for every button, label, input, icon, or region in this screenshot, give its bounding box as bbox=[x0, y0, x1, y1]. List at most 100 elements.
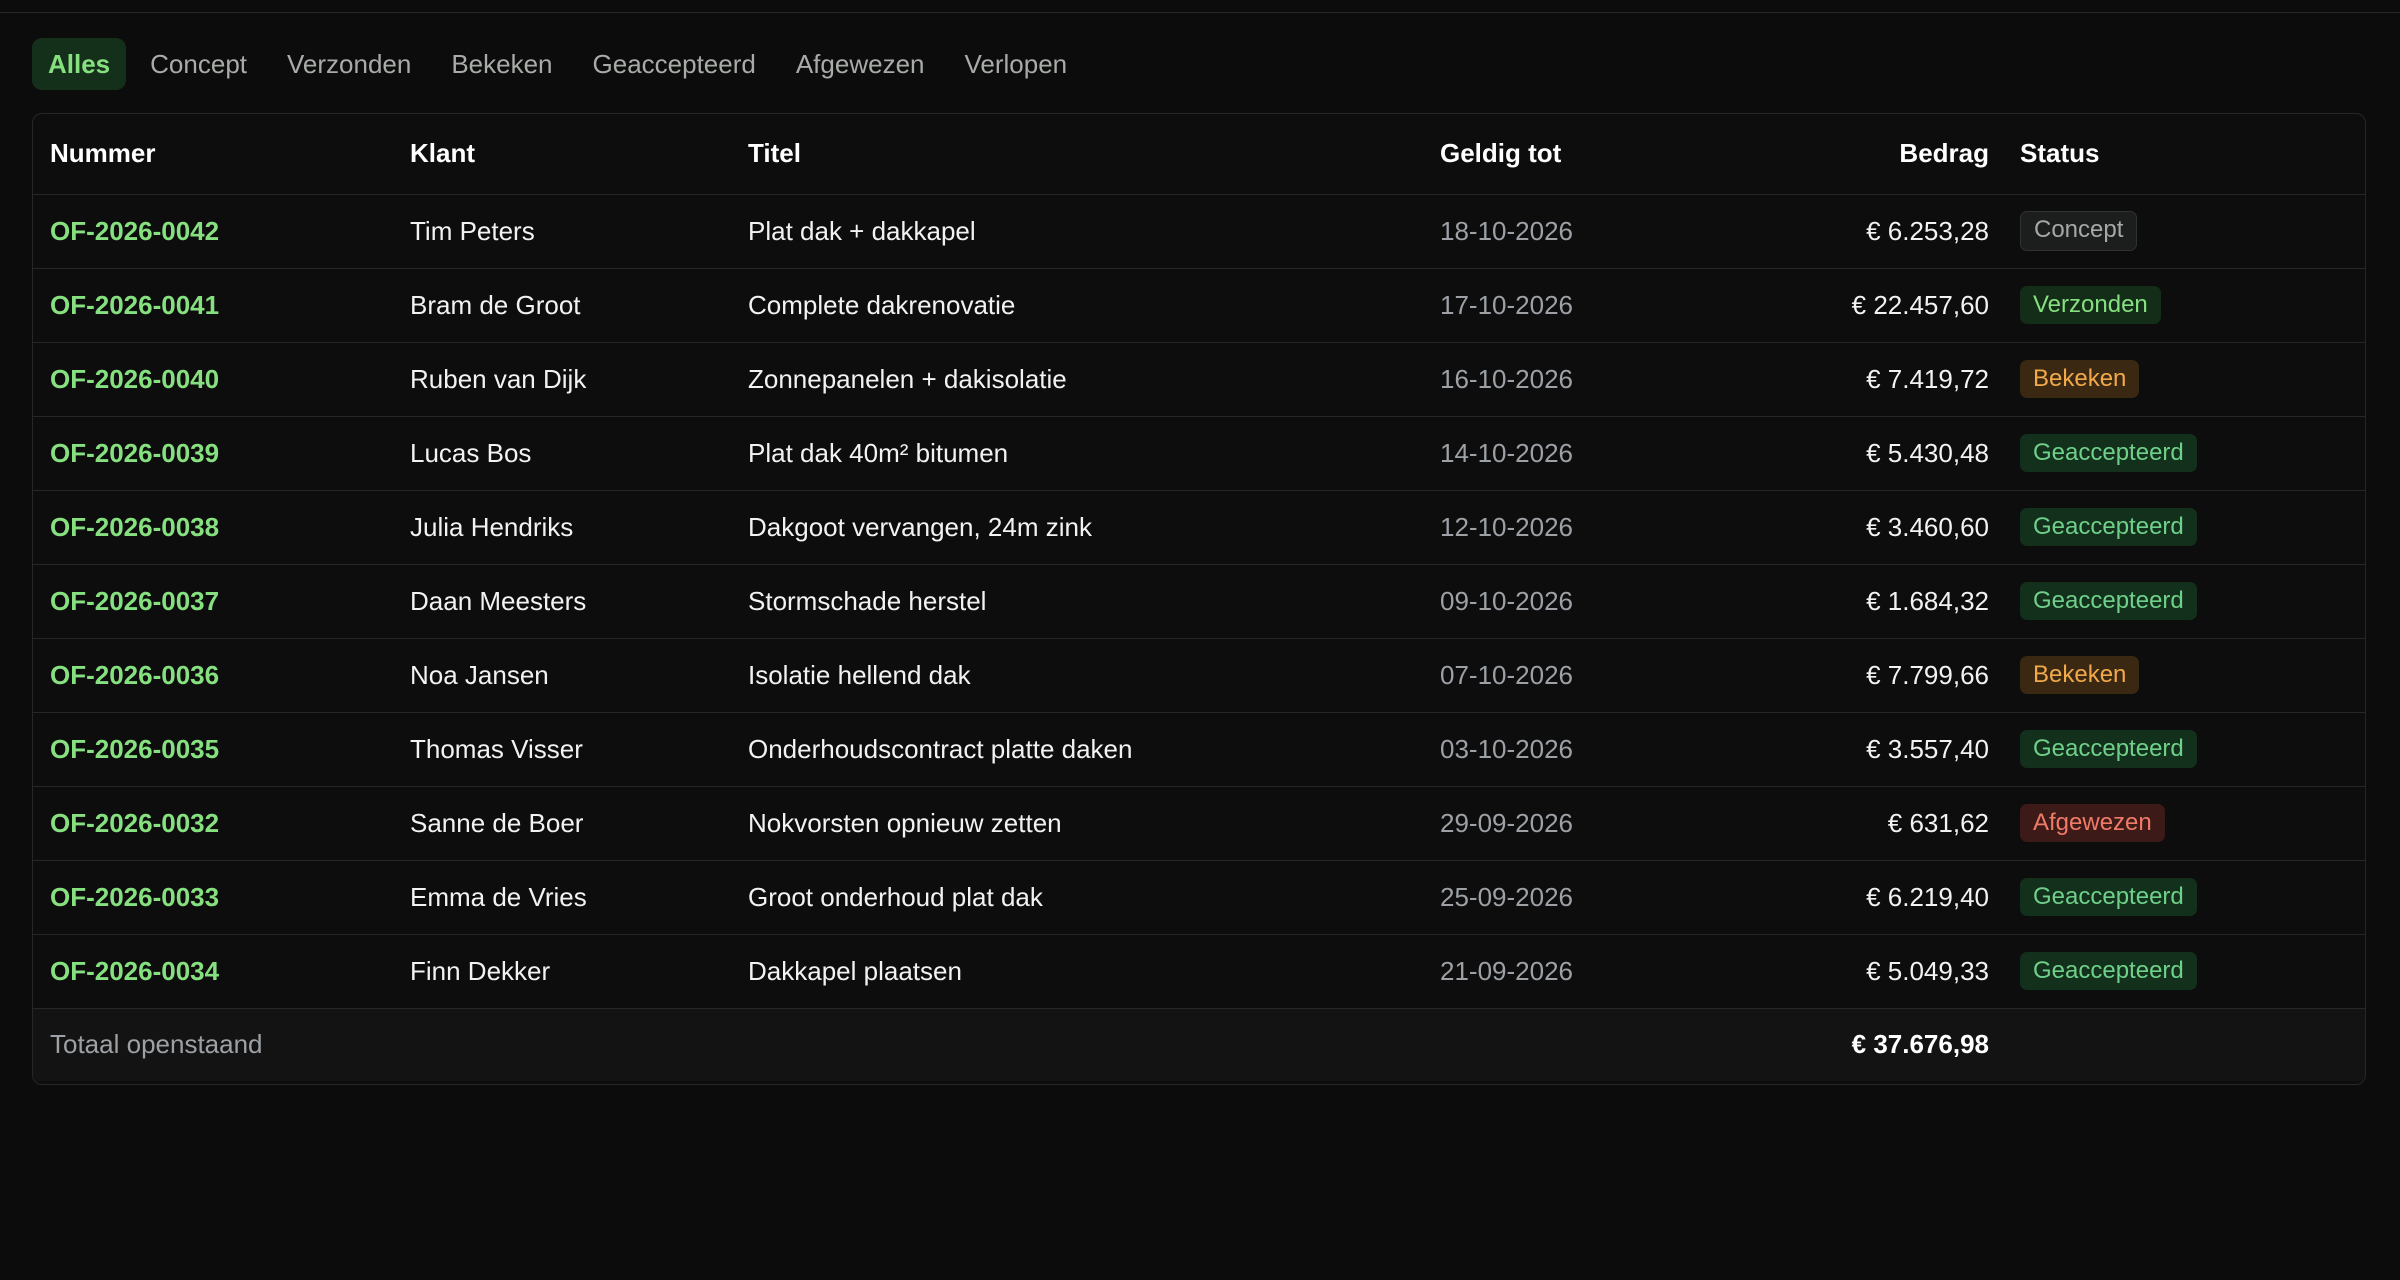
quote-title: Dakgoot vervangen, 24m zink bbox=[748, 511, 1092, 542]
quote-title: Dakkapel plaatsen bbox=[748, 955, 962, 986]
quote-number[interactable]: OF-2026-0037 bbox=[33, 564, 393, 638]
valid-until-date: 29-09-2026 bbox=[1440, 807, 1573, 838]
tab-geaccepteerd[interactable]: Geaccepteerd bbox=[577, 38, 772, 90]
column-header-titel[interactable]: Titel bbox=[731, 114, 1423, 195]
status-badge: Geaccepteerd bbox=[2020, 730, 2197, 768]
quote-amount: € 1.684,32 bbox=[1866, 585, 1989, 616]
table-row[interactable]: OF-2026-0042 Tim Peters Plat dak + dakkape… bbox=[33, 194, 2365, 268]
table-row[interactable]: OF-2026-0036 Noa Jansen Isolatie hellend d… bbox=[33, 638, 2365, 712]
top-divider bbox=[0, 12, 2400, 13]
quote-number[interactable]: OF-2026-0038 bbox=[33, 490, 393, 564]
total-outstanding-label: Totaal openstaand bbox=[50, 1029, 263, 1060]
quote-number[interactable]: OF-2026-0034 bbox=[33, 934, 393, 1008]
tab-verzonden[interactable]: Verzonden bbox=[271, 38, 427, 90]
quote-amount: € 6.253,28 bbox=[1866, 215, 1989, 246]
client-name: Ruben van Dijk bbox=[410, 363, 587, 394]
quote-amount: € 5.049,33 bbox=[1866, 955, 1989, 986]
quote-title: Complete dakrenovatie bbox=[748, 289, 1016, 320]
quote-title: Groot onderhoud plat dak bbox=[748, 881, 1043, 912]
table-row[interactable]: OF-2026-0032 Sanne de Boer Nokvorsten opni… bbox=[33, 786, 2365, 860]
quote-number[interactable]: OF-2026-0040 bbox=[33, 342, 393, 416]
valid-until-date: 21-09-2026 bbox=[1440, 955, 1573, 986]
quote-title: Plat dak + dakkapel bbox=[748, 215, 976, 246]
status-badge: Concept bbox=[2020, 211, 2138, 251]
quote-amount: € 3.557,40 bbox=[1866, 733, 1989, 764]
column-header-geldig-tot[interactable]: Geldig tot bbox=[1423, 114, 1688, 195]
valid-until-date: 12-10-2026 bbox=[1440, 511, 1573, 542]
status-badge: Geaccepteerd bbox=[2020, 508, 2197, 546]
status-cell: Bekeken bbox=[2003, 638, 2365, 712]
status-badge: Afgewezen bbox=[2020, 804, 2165, 842]
tab-bekeken[interactable]: Bekeken bbox=[435, 38, 568, 90]
status-cell: Geaccepteerd bbox=[2003, 712, 2365, 786]
status-cell: Geaccepteerd bbox=[2003, 860, 2365, 934]
valid-until-date: 25-09-2026 bbox=[1440, 881, 1573, 912]
quote-amount: € 631,62 bbox=[1887, 807, 1989, 838]
status-cell: Verzonden bbox=[2003, 268, 2365, 342]
quote-amount: € 3.460,60 bbox=[1866, 511, 1989, 542]
quote-number[interactable]: OF-2026-0035 bbox=[33, 712, 393, 786]
footer-empty-cell bbox=[2003, 1008, 2365, 1081]
status-badge: Verzonden bbox=[2020, 286, 2161, 324]
valid-until-date: 16-10-2026 bbox=[1440, 363, 1573, 394]
column-header-bedrag[interactable]: Bedrag bbox=[1688, 114, 2003, 195]
tab-concept[interactable]: Concept bbox=[134, 38, 263, 90]
valid-until-date: 17-10-2026 bbox=[1440, 289, 1573, 320]
quotes-table: Nummer Klant Titel Geldig tot Bedrag Sta… bbox=[33, 114, 2365, 1081]
quote-amount: € 6.219,40 bbox=[1866, 881, 1989, 912]
status-cell: Concept bbox=[2003, 194, 2365, 268]
quote-number[interactable]: OF-2026-0042 bbox=[33, 194, 393, 268]
table-row[interactable]: OF-2026-0038 Julia Hendriks Dakgoot vervan… bbox=[33, 490, 2365, 564]
quote-title: Zonnepanelen + dakisolatie bbox=[748, 363, 1067, 394]
client-name: Emma de Vries bbox=[410, 881, 587, 912]
table-row[interactable]: OF-2026-0040 Ruben van Dijk Zonnepanelen +… bbox=[33, 342, 2365, 416]
table-row[interactable]: OF-2026-0037 Daan Meesters Stormschade her… bbox=[33, 564, 2365, 638]
status-badge: Geaccepteerd bbox=[2020, 582, 2197, 620]
quote-number[interactable]: OF-2026-0033 bbox=[33, 860, 393, 934]
valid-until-date: 03-10-2026 bbox=[1440, 733, 1573, 764]
client-name: Bram de Groot bbox=[410, 289, 581, 320]
status-badge: Geaccepteerd bbox=[2020, 878, 2197, 916]
client-name: Julia Hendriks bbox=[410, 511, 574, 542]
quote-amount: € 5.430,48 bbox=[1866, 437, 1989, 468]
status-badge: Geaccepteerd bbox=[2020, 434, 2197, 472]
status-badge: Bekeken bbox=[2020, 656, 2140, 694]
valid-until-date: 07-10-2026 bbox=[1440, 659, 1573, 690]
client-name: Lucas Bos bbox=[410, 437, 532, 468]
quote-title: Plat dak 40m² bitumen bbox=[748, 437, 1009, 468]
valid-until-date: 09-10-2026 bbox=[1440, 585, 1573, 616]
quote-amount: € 22.457,60 bbox=[1851, 289, 1989, 320]
client-name: Tim Peters bbox=[410, 215, 535, 246]
client-name: Thomas Visser bbox=[410, 733, 583, 764]
tab-afgewezen[interactable]: Afgewezen bbox=[780, 38, 941, 90]
quote-amount: € 7.799,66 bbox=[1866, 659, 1989, 690]
table-row[interactable]: OF-2026-0039 Lucas Bos Plat dak 40m² bitum… bbox=[33, 416, 2365, 490]
client-name: Daan Meesters bbox=[410, 585, 587, 616]
status-cell: Geaccepteerd bbox=[2003, 564, 2365, 638]
table-row[interactable]: OF-2026-0035 Thomas Visser Onderhoudscontr… bbox=[33, 712, 2365, 786]
column-header-status[interactable]: Status bbox=[2003, 114, 2365, 195]
column-header-nummer[interactable]: Nummer bbox=[33, 114, 393, 195]
quote-number[interactable]: OF-2026-0032 bbox=[33, 786, 393, 860]
quote-title: Onderhoudscontract platte daken bbox=[748, 733, 1133, 764]
table-row[interactable]: OF-2026-0041 Bram de Groot Complete dakren… bbox=[33, 268, 2365, 342]
valid-until-date: 14-10-2026 bbox=[1440, 437, 1573, 468]
tab-alles[interactable]: Alles bbox=[32, 38, 127, 90]
status-cell: Geaccepteerd bbox=[2003, 490, 2365, 564]
tab-verlopen[interactable]: Verlopen bbox=[949, 38, 1084, 90]
table-row[interactable]: OF-2026-0033 Emma de Vries Groot onderhoud… bbox=[33, 860, 2365, 934]
client-name: Finn Dekker bbox=[410, 955, 551, 986]
quote-number[interactable]: OF-2026-0039 bbox=[33, 416, 393, 490]
status-cell: Geaccepteerd bbox=[2003, 416, 2365, 490]
client-name: Noa Jansen bbox=[410, 659, 549, 690]
quote-title: Stormschade herstel bbox=[748, 585, 987, 616]
table-row[interactable]: OF-2026-0034 Finn Dekker Dakkapel plaatsen… bbox=[33, 934, 2365, 1008]
client-name: Sanne de Boer bbox=[410, 807, 584, 838]
quote-number[interactable]: OF-2026-0041 bbox=[33, 268, 393, 342]
status-cell: Bekeken bbox=[2003, 342, 2365, 416]
quote-title: Nokvorsten opnieuw zetten bbox=[748, 807, 1062, 838]
column-header-klant[interactable]: Klant bbox=[393, 114, 731, 195]
status-badge: Bekeken bbox=[2020, 360, 2140, 398]
quote-number[interactable]: OF-2026-0036 bbox=[33, 638, 393, 712]
quote-title: Isolatie hellend dak bbox=[748, 659, 971, 690]
